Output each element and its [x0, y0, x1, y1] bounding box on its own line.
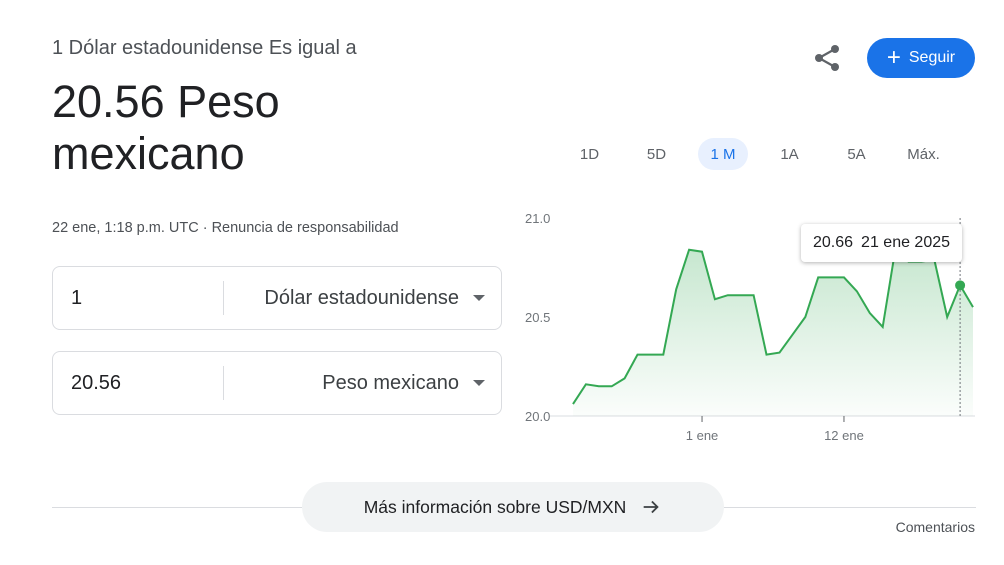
- chart-tooltip: 20.66 21 ene 2025: [801, 224, 963, 262]
- dropdown-arrow-icon: [473, 295, 485, 301]
- dropdown-arrow-icon: [473, 380, 485, 386]
- from-amount-input[interactable]: 1: [53, 267, 223, 329]
- share-icon[interactable]: [809, 40, 845, 76]
- hover-point: [955, 280, 966, 291]
- follow-label: Seguir: [908, 49, 956, 66]
- range-1m[interactable]: 1 M: [698, 138, 748, 170]
- tooltip-value: 20.66: [813, 234, 854, 251]
- range-1d[interactable]: 1D: [556, 138, 623, 170]
- time-range-tabs: 1D 5D 1 M 1A 5A Máx.: [556, 138, 957, 170]
- arrow-right-icon: [643, 500, 659, 514]
- series-area: [573, 247, 973, 416]
- follow-button[interactable]: + Seguir: [867, 38, 975, 78]
- more-info-label: Más información sobre USD/MXN: [363, 496, 627, 517]
- conversion-subtitle: 1 Dólar estadounidense Es igual a: [52, 37, 357, 59]
- to-currency-row: 20.56 Peso mexicano: [52, 351, 502, 415]
- from-currency-row: 1 Dólar estadounidense: [52, 266, 502, 330]
- x-tick-label: 12 ene: [824, 428, 864, 443]
- to-amount-input[interactable]: 20.56: [53, 352, 223, 414]
- tooltip-date: 21 ene 2025: [861, 234, 951, 251]
- y-tick-label: 21.0: [525, 211, 550, 226]
- y-tick-label: 20.5: [525, 310, 550, 325]
- y-tick-label: 20.0: [525, 409, 550, 424]
- to-currency-label: Peso mexicano: [322, 371, 459, 394]
- from-currency-label: Dólar estadounidense: [264, 286, 459, 309]
- range-5a[interactable]: 5A: [823, 138, 890, 170]
- to-currency-select[interactable]: Peso mexicano: [224, 352, 501, 414]
- divider: [52, 507, 302, 508]
- comments-link[interactable]: Comentarios: [896, 519, 975, 535]
- range-max[interactable]: Máx.: [890, 138, 957, 170]
- x-tick-label: 1 ene: [686, 428, 719, 443]
- converted-value: 20.56 Peso mexicano: [52, 76, 280, 179]
- timestamp-disclaimer[interactable]: 22 ene, 1:18 p.m. UTC · Renuncia de resp…: [52, 220, 399, 236]
- divider: [724, 507, 976, 508]
- range-5d[interactable]: 5D: [623, 138, 690, 170]
- range-1a[interactable]: 1A: [756, 138, 823, 170]
- from-currency-select[interactable]: Dólar estadounidense: [224, 267, 501, 329]
- plus-icon: +: [886, 44, 901, 71]
- more-info-button[interactable]: Más información sobre USD/MXN: [302, 482, 724, 532]
